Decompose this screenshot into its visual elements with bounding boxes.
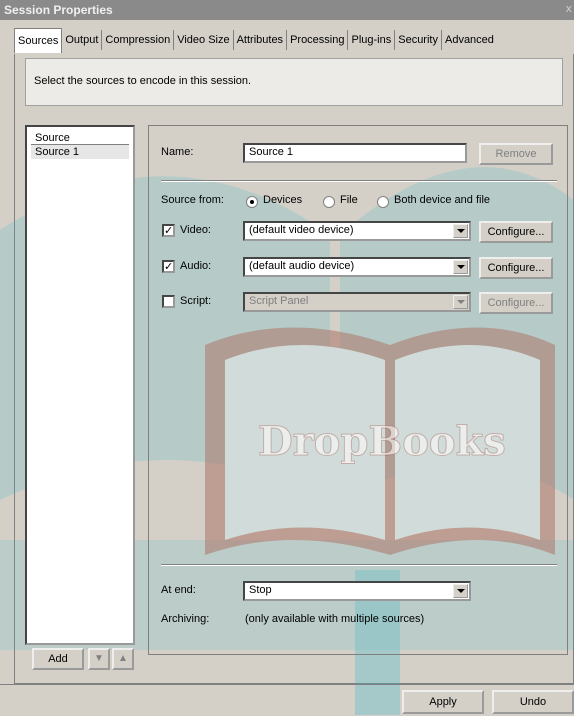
tab-sources[interactable]: Sources [14,28,63,53]
remove-button[interactable]: Remove [479,143,553,165]
source-from-label: Source from: [161,194,224,206]
video-configure-button[interactable]: Configure... [479,221,553,243]
video-label: Video: [180,224,211,236]
tab-processing[interactable]: Processing [287,30,349,50]
tab-strip: Sources Output Compression Video Size At… [14,28,497,54]
chevron-up-icon: ▲ [118,653,128,664]
audio-device-select[interactable]: (default audio device) [243,257,471,277]
move-down-button[interactable]: ▼ [88,648,110,670]
archiving-value: (only available with multiple sources) [245,613,425,625]
script-panel-select[interactable]: Script Panel [243,292,471,312]
script-panel-value: Script Panel [249,295,309,307]
tab-video-size[interactable]: Video Size [174,30,234,50]
title-bar: Session Properties x [0,0,574,20]
chevron-down-icon: ▼ [94,653,104,664]
chevron-down-icon[interactable] [453,260,468,274]
add-source-button[interactable]: Add [32,648,84,670]
file-radio[interactable] [323,196,335,208]
both-radio[interactable] [377,196,389,208]
move-up-button[interactable]: ▲ [112,648,134,670]
audio-checkbox[interactable]: ✓ [162,260,175,273]
source-settings-panel: Name: Source 1 Remove Source from: Devic… [148,125,568,655]
check-icon: ✓ [164,260,174,273]
at-end-select[interactable]: Stop [243,581,471,601]
source-list[interactable]: Source Source 1 [25,125,135,645]
name-label: Name: [161,146,194,158]
source-list-header: Source [31,130,129,145]
devices-radio-label: Devices [263,194,303,206]
instruction-text: Select the sources to encode in this ses… [34,75,252,87]
archiving-label: Archiving: [161,613,210,625]
tab-attributes[interactable]: Attributes [234,30,288,50]
divider [161,564,557,566]
close-icon[interactable]: x [565,2,572,15]
tab-plug-ins[interactable]: Plug-ins [348,30,396,50]
tab-advanced[interactable]: Advanced [442,30,497,50]
at-end-label: At end: [161,584,196,596]
tab-security[interactable]: Security [395,30,442,50]
instruction-box: Select the sources to encode in this ses… [25,58,563,106]
dialog-footer [0,684,574,716]
chevron-down-icon[interactable] [453,295,468,309]
chevron-down-icon[interactable] [453,584,468,598]
devices-radio[interactable] [246,196,258,208]
video-device-select[interactable]: (default video device) [243,221,471,241]
audio-device-value: (default audio device) [249,260,355,272]
divider [161,180,557,182]
both-radio-label: Both device and file [394,194,491,206]
audio-label: Audio: [180,260,212,272]
video-checkbox[interactable]: ✓ [162,224,175,237]
file-radio-label: File [340,194,358,206]
apply-button[interactable]: Apply [402,690,484,714]
chevron-down-icon[interactable] [453,224,468,238]
at-end-value: Stop [249,584,272,596]
name-field[interactable]: Source 1 [243,143,467,163]
video-device-value: (default video device) [249,224,354,236]
script-checkbox[interactable] [162,295,175,308]
tab-compression[interactable]: Compression [102,30,175,50]
audio-configure-button[interactable]: Configure... [479,257,553,279]
undo-button[interactable]: Undo [492,690,574,714]
script-label: Script: [180,295,212,307]
script-configure-button[interactable]: Configure... [479,292,553,314]
window-title: Session Properties [4,3,113,17]
tab-output[interactable]: Output [62,30,103,50]
check-icon: ✓ [164,224,174,237]
list-item[interactable]: Source 1 [31,145,129,159]
